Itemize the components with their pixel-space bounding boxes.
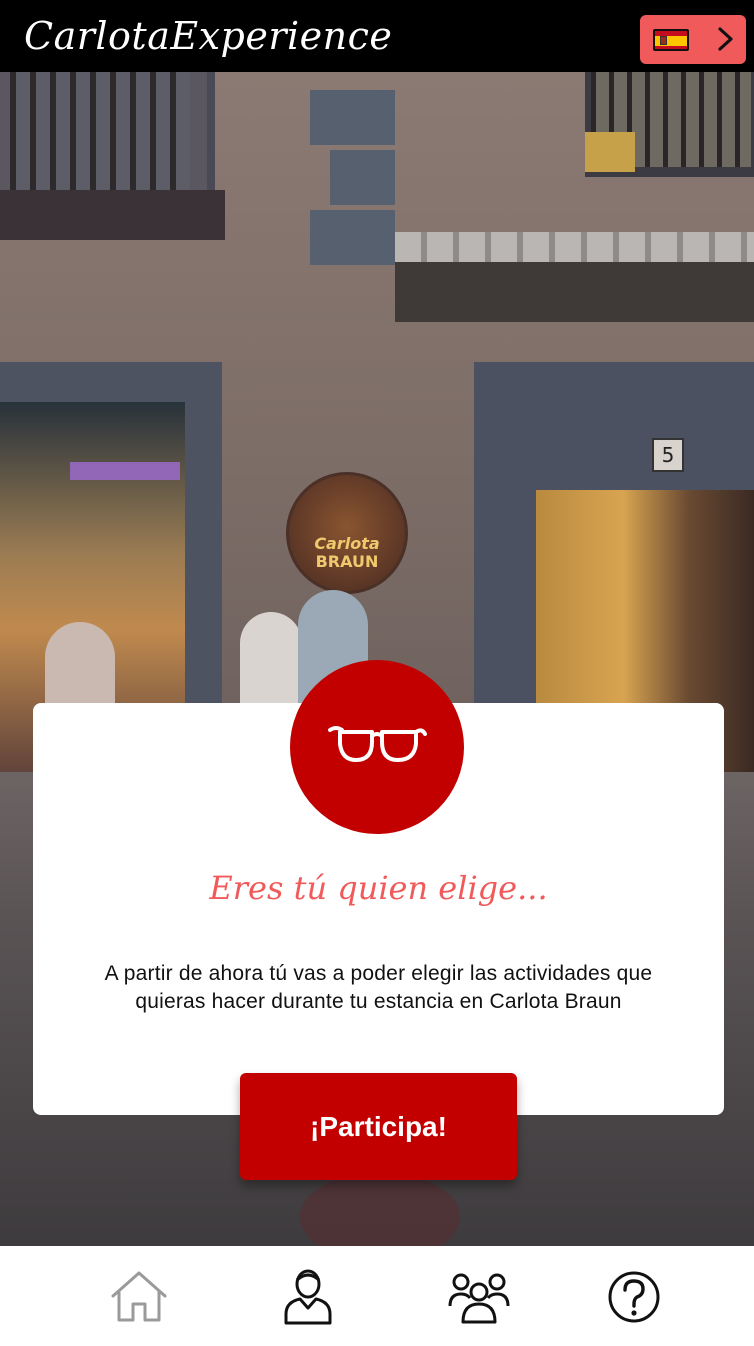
bottom-navigation	[0, 1246, 754, 1346]
nav-community[interactable]	[447, 1268, 511, 1326]
card-title: Eres tú quien elige...	[209, 869, 548, 907]
nav-home[interactable]	[107, 1268, 171, 1326]
nav-profile[interactable]	[276, 1268, 340, 1326]
sign-text-line1: Carlota	[314, 534, 380, 553]
participate-button[interactable]: ¡Participa!	[240, 1073, 517, 1180]
chevron-right-icon	[718, 27, 733, 51]
home-icon	[111, 1271, 167, 1322]
card-icon-badge	[290, 660, 464, 834]
language-selector-button[interactable]	[640, 15, 746, 64]
app-header: CarlotaExperience	[0, 0, 754, 72]
spain-flag-icon	[653, 29, 689, 51]
door-number: 5	[652, 438, 684, 472]
card-description: A partir de ahora tú vas a poder elegir …	[104, 962, 653, 1013]
carlota-braun-sign: Carlota BRAUN	[286, 472, 408, 594]
group-icon	[448, 1273, 510, 1324]
help-icon	[608, 1271, 660, 1323]
nav-help[interactable]	[602, 1268, 666, 1326]
sign-text-line2: BRAUN	[315, 552, 379, 571]
user-icon	[284, 1269, 332, 1325]
glasses-icon	[328, 726, 427, 762]
brand-logo: CarlotaExperience	[24, 14, 393, 58]
